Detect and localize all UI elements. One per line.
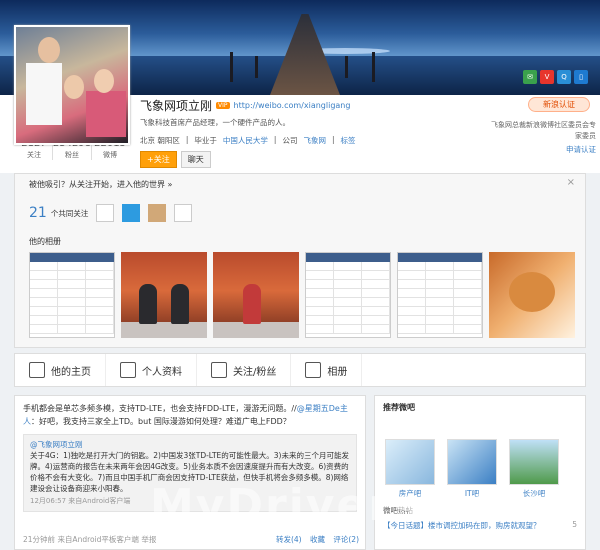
bar-tile[interactable]: 长沙吧	[507, 439, 561, 499]
tab-follows-label: 关注/粉丝	[233, 366, 277, 378]
qq-icon[interactable]: Q	[557, 70, 571, 84]
posts-label: 微博	[103, 151, 118, 159]
tab-album[interactable]: 相册	[291, 354, 363, 386]
quoted-post: @飞象网项立刚 关于4G：1)独吃是打开大门的钥匙。2)中国发3张TD-LTE的…	[23, 434, 357, 512]
recommend-panel: 被他吸引？从关注开始，进入他的世界 » × 21 个共同关注 他的相册	[14, 173, 586, 348]
profile-nav: 他的主页 个人资料 关注/粉丝 相册	[14, 353, 586, 387]
profile-actions: +关注 聊天	[140, 151, 211, 168]
close-icon[interactable]: ×	[567, 177, 575, 188]
pier-post	[255, 56, 258, 78]
company-label: 公司	[282, 136, 298, 145]
vip-icon[interactable]: V	[540, 70, 554, 84]
report-link[interactable]: 举报	[141, 535, 156, 544]
avatar[interactable]	[14, 25, 130, 145]
tab-home[interactable]: 他的主页	[15, 354, 106, 386]
post-footer: 21分钟前 来自Android平板客户端 举报 转发(4) 收藏 评论(2)	[23, 534, 359, 545]
following-label: 关注	[26, 151, 41, 159]
album-photo[interactable]	[29, 252, 115, 338]
mutual-count: 21	[29, 205, 47, 221]
news-text: 【今日话题】楼市调控加码在即，购房就观望？	[383, 521, 541, 530]
mutual-avatar[interactable]	[148, 204, 167, 222]
profile-name: 飞象网项立刚	[140, 99, 213, 113]
quoted-text: 关于4G：1)独吃是打开大门的钥匙。2)中国发3张TD-LTE的可能性最大。3)…	[30, 451, 349, 493]
school-label: 毕业于	[194, 136, 217, 145]
mutual-avatar[interactable]	[122, 204, 141, 222]
bar-tile-label: IT吧	[464, 489, 480, 498]
verify-description: 飞象网总裁新浪微博社区委员会专家委员	[491, 121, 596, 140]
apply-verify-link[interactable]: 申请认证	[488, 144, 596, 155]
quoted-meta: 12月06:57 来自Android客户端	[30, 497, 131, 505]
pier-post	[230, 52, 233, 82]
people-icon	[211, 362, 227, 378]
bar-tile-label: 长沙吧	[522, 489, 546, 498]
bar-tile-image	[509, 439, 559, 485]
post-text-part: ：好吧，我支持三家全上TD。but 国际漫游如何处理？难道广电上FDD？	[31, 417, 291, 426]
side-title: 推荐微吧	[383, 403, 415, 412]
side-news-item[interactable]: 【今日话题】楼市调控加码在即，购房就观望？ 5	[383, 520, 577, 531]
bar-tile-image	[447, 439, 497, 485]
school-link[interactable]: 中国人民大学	[223, 135, 268, 146]
banner-icon-row: ✉ V Q ▯	[523, 70, 588, 84]
repost-button[interactable]: 转发(4)	[276, 535, 302, 544]
news-count: 5	[572, 520, 577, 529]
album-photo[interactable]	[489, 252, 575, 338]
mutual-label: 个共同关注	[50, 208, 89, 218]
bar-tile[interactable]: IT吧	[445, 439, 499, 499]
mobile-icon[interactable]: ▯	[574, 70, 588, 84]
album-title: 他的相册	[29, 237, 61, 246]
bar-tile-image	[385, 439, 435, 485]
recommended-bars: 推荐微吧 房产吧 IT吧 长沙吧 微吧热帖 【今日话题】楼市调控加码在即，购房就…	[374, 395, 586, 550]
follow-button[interactable]: +关注	[140, 151, 177, 168]
mutual-avatar[interactable]	[174, 204, 193, 222]
tab-profile[interactable]: 个人资料	[106, 354, 197, 386]
banner-pier	[270, 14, 340, 95]
tags-link[interactable]: 标签	[340, 135, 355, 146]
weibo-icon[interactable]: ✉	[523, 70, 537, 84]
tab-profile-label: 个人资料	[142, 366, 182, 378]
mutual-avatar[interactable]	[96, 204, 115, 222]
followers-label: 粉丝	[65, 151, 79, 159]
vip-badge[interactable]: VIP	[216, 102, 230, 109]
profile-url[interactable]: http://weibo.com/xiangligang	[234, 101, 351, 110]
quoted-author[interactable]: @飞象网项立刚	[30, 440, 83, 449]
bar-tile[interactable]: 房产吧	[383, 439, 437, 499]
post-source[interactable]: 来自Android平板客户端	[57, 535, 139, 544]
favorite-button[interactable]: 收藏	[310, 535, 325, 544]
tab-follows[interactable]: 关注/粉丝	[197, 354, 292, 386]
company-link[interactable]: 飞象网	[303, 135, 326, 146]
pier-post	[345, 56, 348, 78]
panel-title[interactable]: 被他吸引？从关注开始，进入他的世界 »	[29, 179, 172, 190]
pier-post	[372, 52, 375, 82]
tab-home-label: 他的主页	[51, 366, 91, 378]
tab-album-label: 相册	[327, 366, 348, 378]
album-photo[interactable]	[121, 252, 207, 338]
album-photo[interactable]	[213, 252, 299, 338]
side-subtitle: 微吧热帖	[383, 506, 413, 515]
profile-bio: 飞象科技首席产品经理，一个硬件产品的人。	[140, 118, 290, 127]
album-photo[interactable]	[305, 252, 391, 338]
chat-button[interactable]: 聊天	[180, 151, 211, 168]
bar-tile-label: 房产吧	[398, 489, 422, 498]
post-text: 手机都会是单芯多频多模，支持TD-LTE，也会支持FDD-LTE，漫游无问题。/…	[23, 402, 357, 428]
album-photo[interactable]	[397, 252, 483, 338]
verify-badge[interactable]: 新浪认证	[528, 97, 590, 112]
album-photos	[29, 252, 575, 338]
profile-meta: 北京 朝阳区 | 毕业于 中国人民大学 | 公司 飞象网 | 标签	[140, 135, 356, 146]
feed-post: 手机都会是单芯多频多模，支持TD-LTE，也会支持FDD-LTE，漫游无问题。/…	[14, 395, 366, 550]
camera-icon	[305, 362, 322, 378]
location-text: 北京 朝阳区	[140, 136, 180, 145]
person-icon	[120, 362, 136, 378]
name-row: 飞象网项立刚 VIP http://weibo.com/xiangligang	[140, 97, 350, 114]
bar-tiles: 房产吧 IT吧 长沙吧	[383, 439, 577, 499]
comment-button[interactable]: 评论(2)	[333, 535, 359, 544]
post-time[interactable]: 21分钟前	[23, 535, 55, 544]
home-icon	[29, 362, 45, 378]
verify-box: 新浪认证 飞象网总裁新浪微博社区委员会专家委员 申请认证	[488, 97, 596, 155]
post-text-part: 手机都会是单芯多频多模，支持TD-LTE，也会支持FDD-LTE，漫游无问题。/…	[23, 404, 297, 413]
mutual-follows[interactable]: 21 个共同关注	[29, 204, 193, 222]
